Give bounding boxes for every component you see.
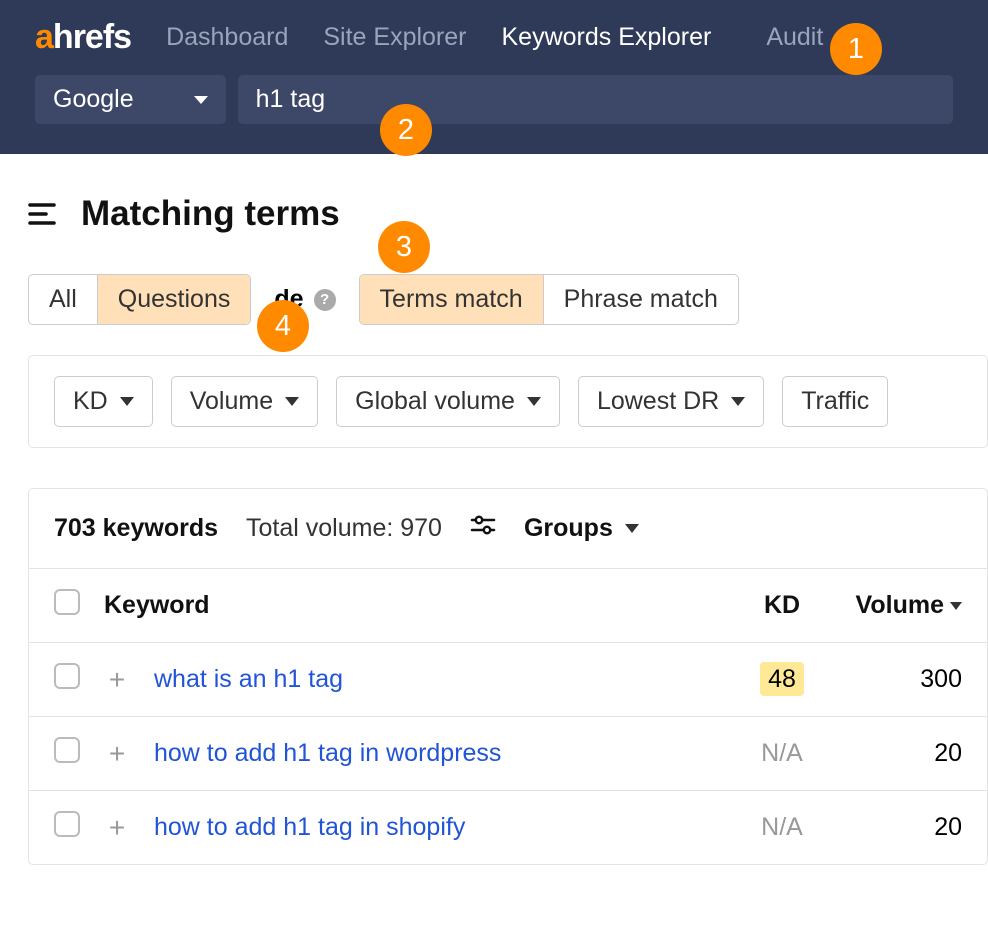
- keyword-link[interactable]: what is an h1 tag: [154, 665, 343, 693]
- chevron-down-icon: [120, 397, 134, 406]
- tab-group-match: Terms match Phrase match: [359, 274, 739, 325]
- topbar: ahrefs Dashboard Site Explorer Keywords …: [0, 0, 988, 154]
- chevron-down-icon: [731, 397, 745, 406]
- annotation-2: 2: [380, 104, 432, 156]
- filters-card: KD Volume Global volume Lowest DR Traffi…: [28, 355, 988, 448]
- results-card: 703 keywords Total volume: 970 Groups Ke…: [28, 488, 988, 865]
- table-row: + what is an h1 tag 48 300: [29, 643, 987, 717]
- filter-global-volume[interactable]: Global volume: [336, 376, 560, 427]
- filter-volume[interactable]: Volume: [171, 376, 318, 427]
- page-title-row: Matching terms: [28, 194, 988, 234]
- page-area: Matching terms All Questions de ? Terms …: [0, 154, 988, 865]
- row-checkbox[interactable]: [54, 737, 80, 763]
- nav-site-explorer[interactable]: Site Explorer: [323, 23, 466, 52]
- kd-value: 48: [760, 662, 804, 696]
- filter-lowest-dr-label: Lowest DR: [597, 387, 719, 416]
- nav-dashboard[interactable]: Dashboard: [166, 23, 288, 52]
- chevron-down-icon: [285, 397, 299, 406]
- table-row: + how to add h1 tag in shopify N/A 20: [29, 791, 987, 865]
- search-engine-value: Google: [53, 85, 134, 114]
- results-table: Keyword KD Volume + what is an h1 tag 48 30…: [29, 568, 987, 864]
- col-kd[interactable]: KD: [737, 569, 827, 643]
- select-all-checkbox[interactable]: [54, 589, 80, 615]
- tab-terms-match[interactable]: Terms match: [360, 275, 544, 324]
- page-title: Matching terms: [81, 194, 340, 234]
- col-keyword[interactable]: Keyword: [92, 569, 737, 643]
- annotation-3: 3: [378, 221, 430, 273]
- filter-traffic-label: Traffic: [801, 387, 869, 416]
- logo[interactable]: ahrefs: [35, 18, 131, 57]
- keyword-link[interactable]: how to add h1 tag in shopify: [154, 813, 465, 841]
- annotation-4: 4: [257, 300, 309, 352]
- tab-questions[interactable]: Questions: [98, 275, 251, 324]
- filter-volume-label: Volume: [190, 387, 273, 416]
- row-checkbox[interactable]: [54, 811, 80, 837]
- expand-icon[interactable]: +: [109, 738, 125, 769]
- filter-kd[interactable]: KD: [54, 376, 153, 427]
- tab-group-type: All Questions: [28, 274, 251, 325]
- search-row: Google h1 tag: [0, 75, 988, 154]
- filter-global-volume-label: Global volume: [355, 387, 515, 416]
- groups-toggle[interactable]: Groups: [524, 514, 639, 543]
- results-count: 703 keywords: [54, 514, 218, 543]
- tab-phrase-match[interactable]: Phrase match: [544, 275, 738, 324]
- chevron-down-icon: [194, 96, 208, 104]
- nav-keywords-explorer[interactable]: Keywords Explorer: [502, 23, 712, 52]
- table-header-row: Keyword KD Volume: [29, 569, 987, 643]
- logo-a: a: [35, 18, 53, 56]
- help-icon[interactable]: ?: [314, 289, 336, 311]
- groups-toggle-label: Groups: [524, 514, 613, 543]
- annotation-1: 1: [830, 23, 882, 75]
- kd-value: N/A: [761, 813, 803, 841]
- chevron-down-icon: [527, 397, 541, 406]
- volume-value: 20: [934, 739, 962, 767]
- keyword-input-value: h1 tag: [256, 85, 326, 113]
- filter-tabs: All Questions de ? Terms match Phrase ma…: [28, 274, 988, 325]
- kd-value: N/A: [761, 739, 803, 767]
- volume-value: 300: [920, 665, 962, 693]
- table-row: + how to add h1 tag in wordpress N/A 20: [29, 717, 987, 791]
- volume-value: 20: [934, 813, 962, 841]
- sort-desc-icon: [950, 602, 962, 610]
- results-total-volume: Total volume: 970: [246, 514, 442, 543]
- nav-audit[interactable]: Audit: [766, 23, 823, 52]
- filter-traffic[interactable]: Traffic: [782, 376, 888, 427]
- results-header: 703 keywords Total volume: 970 Groups: [29, 489, 987, 568]
- settings-icon[interactable]: [470, 514, 496, 543]
- keyword-link[interactable]: how to add h1 tag in wordpress: [154, 739, 501, 767]
- search-engine-select[interactable]: Google: [35, 75, 226, 124]
- chevron-down-icon: [625, 524, 639, 533]
- tab-all[interactable]: All: [29, 275, 98, 324]
- filter-lowest-dr[interactable]: Lowest DR: [578, 376, 764, 427]
- col-volume[interactable]: Volume: [827, 569, 987, 643]
- expand-icon[interactable]: +: [109, 664, 125, 695]
- keyword-input[interactable]: h1 tag: [238, 75, 953, 124]
- menu-icon[interactable]: [28, 203, 56, 226]
- filter-kd-label: KD: [73, 387, 108, 416]
- expand-icon[interactable]: +: [109, 812, 125, 843]
- row-checkbox[interactable]: [54, 663, 80, 689]
- logo-rest: hrefs: [53, 18, 131, 56]
